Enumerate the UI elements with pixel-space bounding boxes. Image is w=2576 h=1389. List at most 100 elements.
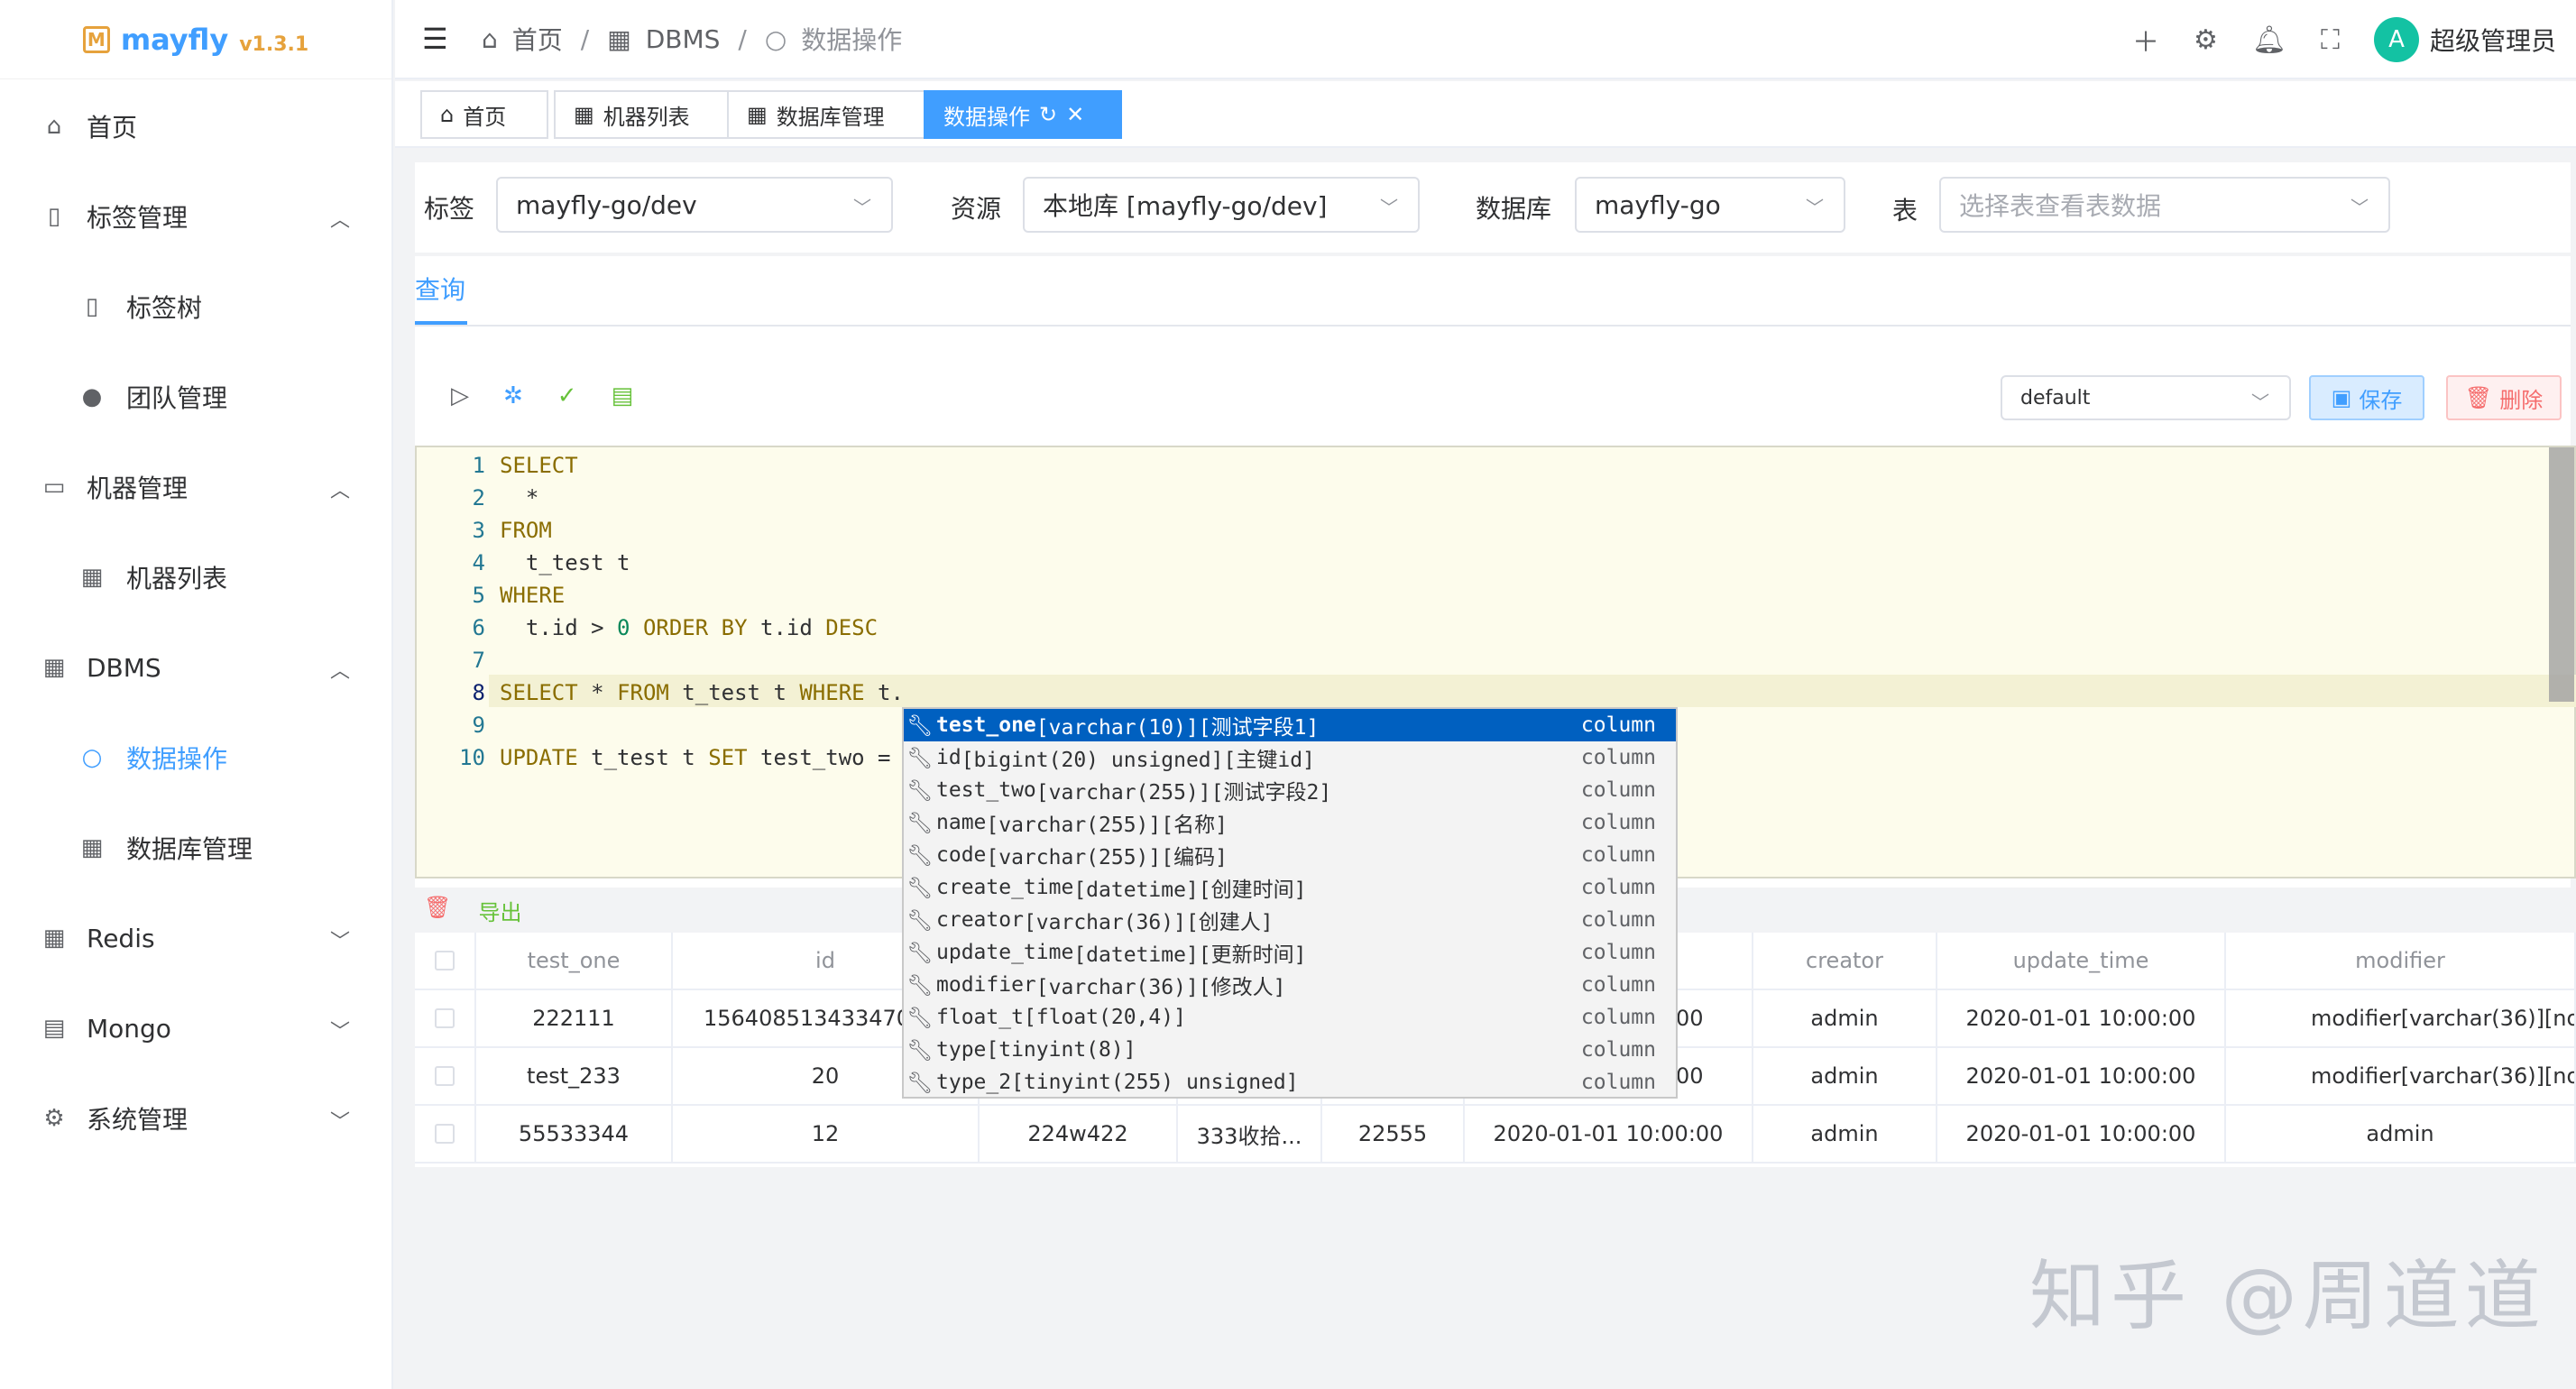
sidebar-item-db-management[interactable]: ▦ 数据库管理 — [0, 812, 393, 884]
menu-toggle-icon[interactable]: ☰ — [422, 22, 455, 56]
refresh-icon[interactable]: ↻ — [1039, 102, 1057, 127]
sidebar-item-tag-management[interactable]: ▯ 标签管理 ︿ — [0, 180, 393, 253]
sidebar-item-label: 团队管理 — [126, 383, 228, 413]
table-cell[interactable]: modifier[varchar(36)][not nu — [2226, 1048, 2576, 1106]
code-line: t.id > 0 ORDER BY t.id DESC — [500, 615, 878, 640]
suggestion-item[interactable]: 🔧︎ create_time [datetime][创建时间] column — [904, 871, 1676, 904]
line-number: 1 — [472, 453, 485, 478]
suggestion-item[interactable]: 🔧︎ type_2 [tinyint(255) unsigned] column — [904, 1066, 1676, 1099]
suggestion-item[interactable]: 🔧︎ test_two [varchar(255)][测试字段2] column — [904, 774, 1676, 806]
sidebar-item-machine-management[interactable]: ▭ 机器管理 ︿ — [0, 451, 393, 523]
sidebar-item-team-management[interactable]: ● 团队管理 — [0, 361, 393, 433]
code-token: FROM — [617, 680, 669, 705]
table-cell[interactable]: 2020-01-01 10:00:00 — [1465, 1106, 1753, 1164]
table-row-checkbox[interactable] — [415, 1106, 476, 1164]
run-icon[interactable]: ▷ — [451, 382, 469, 409]
checkbox[interactable] — [435, 1008, 455, 1028]
table-cell[interactable]: admin — [2226, 1106, 2576, 1164]
suggestion-item[interactable]: 🔧︎ name [varchar(255)][名称] column — [904, 806, 1676, 839]
suggestion-kind: column — [1580, 1006, 1656, 1029]
sidebar-item-system-management[interactable]: ⚙ 系统管理 ﹀ — [0, 1082, 393, 1154]
chevron-down-icon: ﹀ — [330, 931, 351, 953]
table-row-checkbox[interactable] — [415, 990, 476, 1048]
sidebar-item-home[interactable]: ⌂ 首页 — [0, 90, 393, 162]
format-icon[interactable]: ✲ — [503, 382, 523, 409]
wrench-icon: 🔧︎ — [906, 811, 934, 835]
table-cell[interactable]: test_233 — [476, 1048, 673, 1106]
tag-home[interactable]: ⌂ 首页 — [420, 90, 548, 139]
suggestion-item[interactable]: 🔧︎ update_time [datetime][更新时间] column — [904, 936, 1676, 969]
checkbox[interactable] — [435, 1066, 455, 1086]
tag-db-management[interactable]: ▦ 数据库管理 — [727, 90, 927, 139]
check-icon[interactable]: ✓ — [557, 382, 577, 409]
column-header[interactable]: update_time — [1937, 933, 2226, 990]
table-cell[interactable]: modifier[varchar(36)][not nu — [2226, 990, 2576, 1048]
sql-file-icon[interactable]: ▤ — [612, 382, 634, 409]
tab-query[interactable]: 查询 — [415, 271, 465, 307]
table-cell[interactable]: 22555 — [1322, 1106, 1465, 1164]
tag-machine-list[interactable]: ▦ 机器列表 — [554, 90, 729, 139]
save-button[interactable]: ▣ 保存 — [2309, 375, 2424, 420]
sidebar-item-tag-tree[interactable]: ▯ 标签树 — [0, 271, 393, 343]
app-logo[interactable]: M mayfly v1.3.1 — [0, 0, 391, 79]
plus-icon[interactable]: ＋ — [2132, 20, 2159, 60]
sidebar-item-dbms[interactable]: ▦ DBMS ︿ — [0, 631, 393, 704]
table-cell[interactable]: admin — [1753, 1048, 1937, 1106]
home-icon: ⌂ — [482, 23, 498, 54]
resource-select[interactable]: 本地库 [mayfly-go/dev] ﹀ — [1023, 177, 1420, 233]
suggestion-item[interactable]: 🔧︎ test_one [varchar(10)][测试字段1] column — [904, 709, 1676, 741]
table-cell[interactable]: admin — [1753, 990, 1937, 1048]
breadcrumb-dbms[interactable]: DBMS — [646, 24, 721, 54]
suggestion-item[interactable]: 🔧︎ float_t [float(20,4)] column — [904, 1001, 1676, 1034]
sidebar-item-redis[interactable]: ▦ Redis ﹀ — [0, 902, 393, 974]
table-cell[interactable]: 12 — [673, 1106, 980, 1164]
editor-scrollbar[interactable] — [2549, 447, 2574, 702]
db-select[interactable]: mayfly-go ﹀ — [1575, 177, 1845, 233]
suggestion-item[interactable]: 🔧︎ code [varchar(255)][编码] column — [904, 839, 1676, 871]
suggestion-name: test_two — [936, 778, 1036, 802]
wrench-icon: 🔧︎ — [906, 973, 934, 998]
table-cell[interactable]: 333收拾... — [1178, 1106, 1322, 1164]
column-header[interactable]: modifier — [2226, 933, 2576, 990]
tag-data-operation[interactable]: 数据操作 ↻ ✕ — [924, 90, 1122, 139]
close-icon[interactable]: ✕ — [1066, 102, 1084, 127]
fullscreen-icon[interactable]: ⛶ — [2321, 24, 2340, 56]
mayfly-logo-icon: M — [82, 25, 110, 53]
suggestion-item[interactable]: 🔧︎ modifier [varchar(36)][修改人] column — [904, 969, 1676, 1001]
suggestion-item[interactable]: 🔧︎ id [bigint(20) unsigned][主键id] column — [904, 741, 1676, 774]
sidebar-item-machine-list[interactable]: ▦ 机器列表 — [0, 541, 393, 613]
column-header[interactable]: test_one — [476, 933, 673, 990]
table-cell[interactable]: 2020-01-01 10:00:00 — [1937, 1106, 2226, 1164]
trash-icon[interactable]: 🗑︎ — [424, 895, 451, 926]
gear-icon[interactable]: ⚙ — [2194, 24, 2218, 56]
suggestion-item[interactable]: 🔧︎ type [tinyint(8)] column — [904, 1034, 1676, 1066]
table-cell[interactable]: 222111 — [476, 990, 673, 1048]
sidebar-item-mongo[interactable]: ▤ Mongo ﹀ — [0, 992, 393, 1064]
breadcrumb: ⌂ 首页 / ▦ DBMS / ○ 数据操作 — [482, 21, 902, 57]
suggestion-item[interactable]: 🔧︎ creator [varchar(36)][创建人] column — [904, 904, 1676, 936]
table-row-checkbox[interactable] — [415, 1048, 476, 1106]
export-button[interactable]: 导出 — [478, 895, 521, 926]
checkbox[interactable] — [435, 951, 455, 970]
chevron-down-icon: ﹀ — [1806, 197, 1824, 218]
sql-script-select[interactable]: default ﹀ — [2001, 375, 2291, 420]
suggestion-type: [datetime][创建时间] — [1073, 878, 1307, 902]
table-cell[interactable]: 224w422 — [980, 1106, 1178, 1164]
table-cell[interactable]: 55533344 — [476, 1106, 673, 1164]
column-header[interactable]: creator — [1753, 933, 1937, 990]
sidebar-item-data-operation[interactable]: ○ 数据操作 — [0, 722, 393, 794]
table-cell[interactable]: 2020-01-01 10:00:00 — [1937, 990, 2226, 1048]
table-cell[interactable]: 2020-01-01 10:00:00 — [1937, 1048, 2226, 1106]
home-icon: ⌂ — [440, 102, 455, 127]
bell-icon[interactable]: 🔔︎ — [2252, 24, 2286, 56]
table-select[interactable]: 选择表查看表数据 ﹀ — [1939, 177, 2390, 233]
tag-select[interactable]: mayfly-go/dev ﹀ — [496, 177, 893, 233]
table-cell[interactable]: admin — [1753, 1106, 1937, 1164]
code-token: test_two = — [747, 745, 891, 770]
breadcrumb-home[interactable]: 首页 — [512, 21, 563, 57]
checkbox[interactable] — [435, 1124, 455, 1144]
select-all-checkbox[interactable] — [415, 933, 476, 990]
user-menu[interactable]: A 超级管理员 — [2373, 17, 2556, 62]
delete-button[interactable]: 🗑︎ 删除 — [2446, 375, 2562, 420]
suggestion-name: create_time — [936, 876, 1074, 899]
